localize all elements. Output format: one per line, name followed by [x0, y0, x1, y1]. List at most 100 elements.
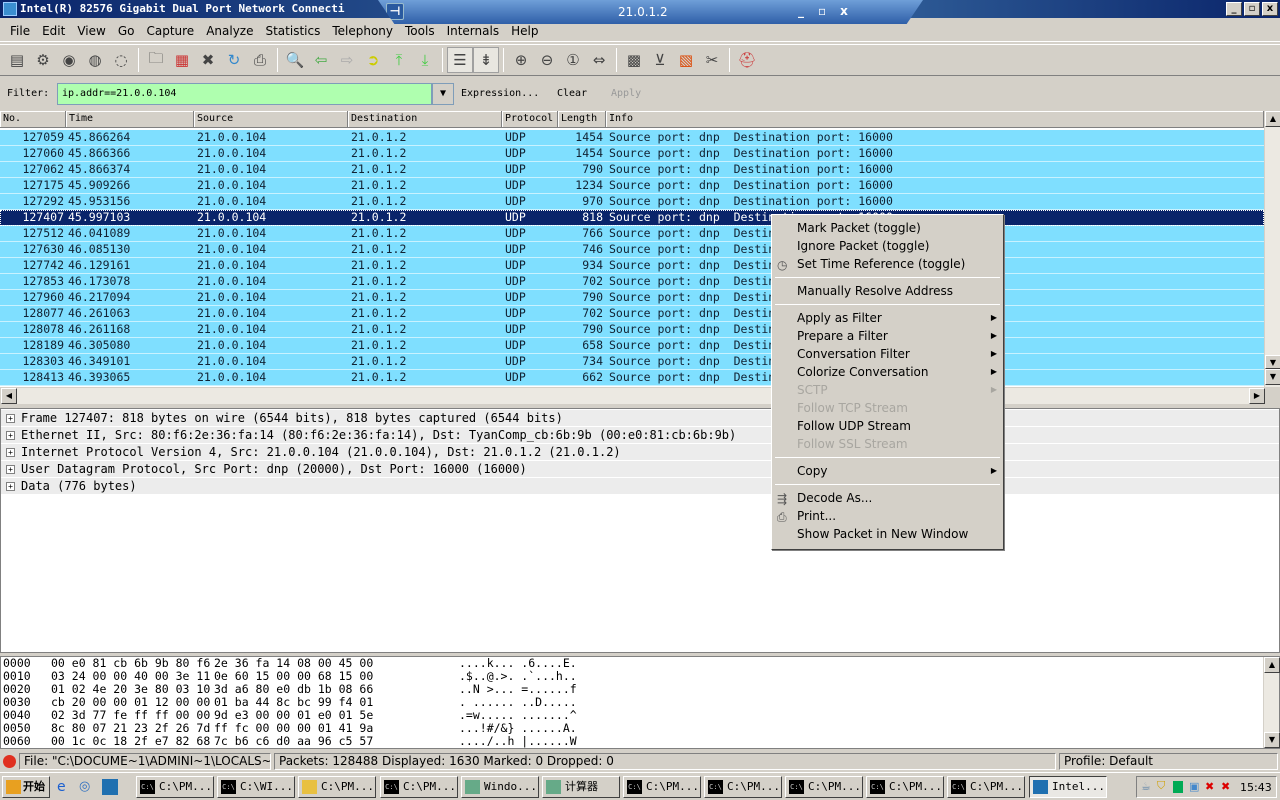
menu-item-apply-as-filter[interactable]: Apply as Filter ▶: [772, 309, 1003, 327]
packet-bytes-pane[interactable]: 0000 00 e0 81 cb 6b 9b 80 f6 2e 36 fa 14 0…: [0, 656, 1280, 749]
menu-item-follow-udp-stream[interactable]: Follow UDP Stream: [772, 417, 1003, 435]
taskbar-button[interactable]: C:\PM...: [298, 776, 376, 798]
close-button[interactable]: ✖: [195, 47, 221, 73]
column-header-info[interactable]: Info: [606, 111, 1264, 128]
options-button[interactable]: ⚙: [30, 47, 56, 73]
detail-tree-item[interactable]: + Internet Protocol Version 4, Src: 21.0.…: [1, 444, 1279, 460]
detail-tree-item[interactable]: + Data (776 bytes): [1, 478, 1279, 494]
filter-dropdown-button[interactable]: ▼: [432, 83, 454, 105]
resize-columns-button[interactable]: ⇔: [586, 47, 612, 73]
menu-item-conversation-filter[interactable]: Conversation Filter ▶: [772, 345, 1003, 363]
column-header-no[interactable]: No.: [0, 111, 66, 128]
autoscroll-button[interactable]: ⇟: [473, 47, 499, 73]
last-button[interactable]: ⤓: [412, 47, 438, 73]
network-disconnected-icon[interactable]: ✖: [1205, 780, 1214, 793]
column-header-length[interactable]: Length: [558, 111, 606, 128]
clear-button[interactable]: Clear: [557, 88, 587, 99]
packet-row[interactable]: 127292 45.953156 21.0.0.104 21.0.1.2 UDP 970 S…: [0, 194, 1264, 210]
packet-row[interactable]: 128189 46.305080 21.0.0.104 21.0.1.2 UDP 658 S…: [0, 338, 1264, 354]
packet-row[interactable]: 127062 45.866374 21.0.0.104 21.0.1.2 UDP 790 S…: [0, 162, 1264, 178]
column-header-source[interactable]: Source: [194, 111, 348, 128]
menu-item-decode-as[interactable]: ⇶ Decode As...: [772, 489, 1003, 507]
rdp-minimize-button[interactable]: _: [798, 0, 804, 22]
menu-analyze[interactable]: Analyze: [200, 24, 259, 38]
taskbar-button[interactable]: 计算器: [542, 776, 620, 798]
taskbar-button[interactable]: C:\ C:\PM...: [136, 776, 214, 798]
preferences-button[interactable]: ✂: [699, 47, 725, 73]
bytes-vscroll[interactable]: ▲ ▼: [1263, 657, 1280, 748]
start-button[interactable]: 开始: [2, 776, 50, 798]
menu-item-follow-ssl-stream[interactable]: Follow SSL Stream: [772, 435, 1003, 453]
rdp-restore-button[interactable]: ▫: [818, 0, 826, 22]
menu-item-sctp[interactable]: SCTP ▶: [772, 381, 1003, 399]
expression-button[interactable]: Expression...: [461, 88, 539, 99]
packet-row[interactable]: 127630 46.085130 21.0.0.104 21.0.1.2 UDP 746 S…: [0, 242, 1264, 258]
column-header-destination[interactable]: Destination: [348, 111, 502, 128]
tray-icon[interactable]: ☕: [1141, 780, 1151, 793]
desktop-icon[interactable]: ◎: [79, 779, 90, 794]
zoom-out-button[interactable]: ⊖: [534, 47, 560, 73]
menu-item-prepare-a-filter[interactable]: Prepare a Filter ▶: [772, 327, 1003, 345]
packet-row[interactable]: 128077 46.261063 21.0.0.104 21.0.1.2 UDP 702 S…: [0, 306, 1264, 322]
security-shield-icon[interactable]: ⛉: [1157, 779, 1165, 793]
maximize-button[interactable]: ▫: [1244, 2, 1260, 16]
display-filters-button[interactable]: ⊻: [647, 47, 673, 73]
menu-view[interactable]: View: [71, 24, 111, 38]
save-button[interactable]: ▦: [169, 47, 195, 73]
menu-item-manually-resolve-address[interactable]: Manually Resolve Address: [772, 282, 1003, 300]
menu-go[interactable]: Go: [112, 24, 141, 38]
coloring-rules-button[interactable]: ▧: [673, 47, 699, 73]
apply-button[interactable]: Apply: [611, 88, 641, 99]
taskbar-button[interactable]: Intel...: [1029, 776, 1107, 798]
packet-row[interactable]: 127512 46.041089 21.0.0.104 21.0.1.2 UDP 766 S…: [0, 226, 1264, 242]
menu-item-set-time-reference-toggle[interactable]: ◷ Set Time Reference (toggle): [772, 255, 1003, 273]
first-button[interactable]: ⤒: [386, 47, 412, 73]
expand-icon[interactable]: +: [6, 431, 15, 440]
menu-internals[interactable]: Internals: [441, 24, 506, 38]
menu-item-ignore-packet-toggle[interactable]: Ignore Packet (toggle): [772, 237, 1003, 255]
expand-icon[interactable]: +: [6, 465, 15, 474]
menu-help[interactable]: Help: [505, 24, 544, 38]
packet-list-hscroll[interactable]: ◀ ▶: [0, 387, 1265, 404]
network-disconnected-icon[interactable]: ✖: [1221, 780, 1230, 793]
menu-telephony[interactable]: Telephony: [326, 24, 399, 38]
menu-item-show-packet-in-new-window[interactable]: Show Packet in New Window: [772, 525, 1003, 543]
packet-details-pane[interactable]: + Frame 127407: 818 bytes on wire (6544 b…: [0, 408, 1280, 653]
status-profile[interactable]: Profile: Default: [1059, 753, 1278, 770]
menu-item-follow-tcp-stream[interactable]: Follow TCP Stream: [772, 399, 1003, 417]
network-icon[interactable]: ▣: [1189, 780, 1199, 793]
restart-button[interactable]: ◌: [108, 47, 134, 73]
menu-item-colorize-conversation[interactable]: Colorize Conversation ▶: [772, 363, 1003, 381]
packet-row[interactable]: 127853 46.173078 21.0.0.104 21.0.1.2 UDP 702 S…: [0, 274, 1264, 290]
taskbar-button[interactable]: C:\ C:\PM...: [380, 776, 458, 798]
open-button[interactable]: 🗀: [143, 47, 169, 73]
column-header-protocol[interactable]: Protocol: [502, 111, 558, 128]
packet-row[interactable]: 128078 46.261168 21.0.0.104 21.0.1.2 UDP 790 S…: [0, 322, 1264, 338]
back-button[interactable]: ⇦: [308, 47, 334, 73]
wireshark-quicklaunch-icon[interactable]: [102, 779, 118, 795]
expert-info-icon[interactable]: [3, 755, 16, 768]
expand-icon[interactable]: +: [6, 482, 15, 491]
tray-meter-icon[interactable]: [1173, 781, 1183, 793]
menu-edit[interactable]: Edit: [36, 24, 71, 38]
packet-row[interactable]: 127960 46.217094 21.0.0.104 21.0.1.2 UDP 790 S…: [0, 290, 1264, 306]
menu-item-mark-packet-toggle[interactable]: Mark Packet (toggle): [772, 219, 1003, 237]
detail-tree-item[interactable]: + Ethernet II, Src: 80:f6:2e:36:fa:14 (80…: [1, 427, 1279, 443]
filter-input[interactable]: ip.addr==21.0.0.104: [57, 83, 432, 105]
stop-button[interactable]: ◍: [82, 47, 108, 73]
packet-row[interactable]: 127059 45.866264 21.0.0.104 21.0.1.2 UDP 1454…: [0, 130, 1264, 146]
taskbar-button[interactable]: C:\ C:\PM...: [785, 776, 863, 798]
packet-row[interactable]: 127407 45.997103 21.0.0.104 21.0.1.2 UDP 818 S…: [0, 210, 1264, 226]
menu-tools[interactable]: Tools: [399, 24, 441, 38]
expand-icon[interactable]: +: [6, 414, 15, 423]
packet-list-vscroll[interactable]: ▲ ▼ ▼: [1264, 111, 1280, 387]
detail-tree-item[interactable]: + User Datagram Protocol, Src Port: dnp (…: [1, 461, 1279, 477]
rdp-close-button[interactable]: x: [840, 0, 848, 22]
reload-button[interactable]: ↻: [221, 47, 247, 73]
help-button[interactable]: ⛑: [734, 47, 760, 73]
start-button[interactable]: ◉: [56, 47, 82, 73]
menu-capture[interactable]: Capture: [140, 24, 200, 38]
menu-item-print[interactable]: ⎙ Print...: [772, 507, 1003, 525]
colorize-button[interactable]: ☰: [447, 47, 473, 73]
print-button[interactable]: ⎙: [247, 47, 273, 73]
